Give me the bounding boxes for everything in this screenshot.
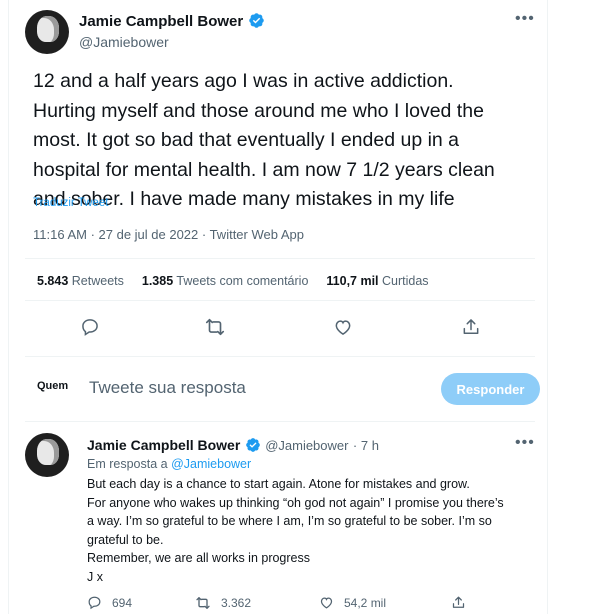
reply-tweet-actions: 694 3.362 54,2 mil [87, 595, 507, 613]
reply-tweet-text: But each day is a chance to start again.… [87, 475, 547, 586]
in-reply-handle[interactable]: @Jamiebower [171, 457, 251, 471]
quotes-count: 1.385 [141, 274, 174, 288]
reply-icon [88, 596, 101, 610]
divider [25, 258, 535, 259]
reply-author-block[interactable]: Jamie Campbell Bower @Jamiebower · 7 h [87, 437, 379, 455]
tweet-text-line: most. It got so bad that eventually I en… [33, 129, 460, 151]
author-block[interactable]: Jamie Campbell Bower @Jamiebower [79, 12, 265, 50]
retweets-count: 5.843 [37, 274, 69, 288]
more-icon[interactable]: ••• [515, 10, 535, 28]
retweet-icon[interactable] [202, 314, 228, 340]
reply-text-line: a way. I’m so grateful to be where I am,… [87, 514, 492, 528]
reply-author-handle[interactable]: @Jamiebower [265, 438, 348, 453]
reply-text-line: grateful to be. [87, 532, 164, 547]
retweet-action[interactable]: 3.362 [195, 595, 251, 611]
reply-text-line: But each day is a chance to start again.… [87, 477, 470, 491]
translate-link[interactable]: Traduzir Tweet [33, 197, 108, 209]
reply-icon[interactable] [77, 314, 103, 340]
reply-text-line: For anyone who wakes up thinking “oh god… [87, 495, 504, 510]
reply-input[interactable] [89, 378, 389, 398]
tweet-thread: Jamie Campbell Bower @Jamiebower ••• 12 … [8, 0, 548, 614]
avatar[interactable] [25, 10, 69, 54]
share-action[interactable] [451, 595, 466, 610]
reply-text-line: J x [87, 569, 103, 584]
author-name[interactable]: Jamie Campbell Bower [79, 13, 243, 30]
like-icon[interactable] [330, 314, 356, 340]
in-reply-prefix: Em resposta a [87, 457, 168, 471]
tweet-stats: 5.843 Retweets 1.385 Tweets com comentár… [37, 274, 429, 288]
in-reply-to: Em resposta a @Jamiebower [87, 457, 251, 471]
divider [25, 300, 535, 301]
retweets-stat[interactable]: 5.843 Retweets [37, 274, 124, 288]
divider [25, 421, 535, 422]
reply-button[interactable]: Responder [441, 373, 540, 405]
more-icon[interactable]: ••• [515, 434, 535, 452]
tweet-meta[interactable]: 11:16 AM · 27 de jul de 2022 · Twitter W… [33, 227, 304, 242]
reply-action[interactable]: 694 [87, 595, 132, 610]
reply-who-label: Quem [37, 380, 69, 392]
likes-label: Curtidas [382, 274, 429, 288]
divider [25, 356, 535, 357]
retweet-count: 3.362 [221, 596, 252, 610]
reply-text-line: Remember, we are all works in progress [87, 551, 310, 565]
avatar[interactable] [25, 433, 69, 477]
tweet-text-line: hospital for mental health. I am now 7 1… [33, 158, 495, 181]
likes-stat[interactable]: 110,7 mil Curtidas [326, 274, 428, 288]
reply-count: 694 [112, 595, 133, 610]
like-count: 54,2 mil [344, 595, 387, 610]
tweet-text: 12 and a half years ago I was in active … [33, 67, 533, 215]
reply-time[interactable]: · 7 h [353, 438, 379, 453]
author-handle[interactable]: @Jamiebower [79, 34, 265, 50]
verified-badge-icon [248, 13, 264, 28]
share-icon [452, 596, 465, 608]
tweet-actions [9, 314, 549, 342]
retweets-label: Retweets [71, 274, 124, 288]
reply-author-name[interactable]: Jamie Campbell Bower [87, 437, 240, 453]
retweet-icon [196, 597, 210, 609]
quotes-stat[interactable]: 1.385 Tweets com comentário [142, 274, 309, 288]
share-icon[interactable] [458, 314, 484, 340]
tweet-text-line: Hurting myself and those around me who I… [33, 99, 484, 122]
like-action[interactable]: 54,2 mil [319, 595, 386, 610]
verified-badge-icon [245, 438, 260, 452]
tweet-text-line: 12 and a half years ago I was in active … [33, 70, 454, 92]
likes-count: 110,7 mil [326, 274, 379, 288]
quotes-label: Tweets com comentário [176, 274, 309, 288]
like-icon [320, 597, 333, 609]
